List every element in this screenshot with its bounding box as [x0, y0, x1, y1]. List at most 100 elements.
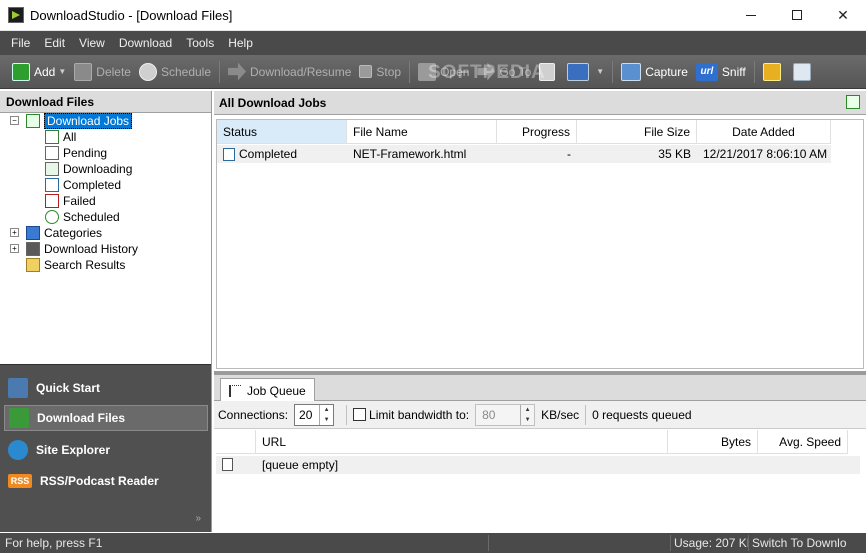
tree-label-search-results: Search Results: [44, 258, 126, 272]
capture-icon: [621, 62, 642, 81]
sniff-label: Sniff: [721, 64, 746, 79]
tree-label-download-history: Download History: [44, 242, 139, 256]
menu-download[interactable]: Download: [112, 31, 179, 55]
url-icon: url: [695, 62, 718, 81]
nav-label-quick-start: Quick Start: [36, 381, 101, 395]
column-header-bytes-received[interactable]: Bytes Received: [668, 430, 758, 473]
delete-icon: [74, 62, 93, 81]
nav-rss-reader[interactable]: RSS RSS/Podcast Reader: [4, 468, 208, 494]
completed-icon: [45, 178, 59, 192]
clipboard-button[interactable]: [535, 59, 563, 85]
status-switch-mode[interactable]: Switch To Downlo: [748, 535, 866, 551]
job-queue-icon: [229, 384, 241, 397]
tree-label-all: All: [63, 130, 77, 144]
capture-button[interactable]: Capture: [617, 59, 692, 85]
minimize-button[interactable]: [728, 0, 774, 30]
tree-item-pending[interactable]: Pending: [45, 145, 107, 161]
menu-help[interactable]: Help: [221, 31, 260, 55]
close-button[interactable]: ✕: [820, 0, 866, 30]
menu-file[interactable]: File: [4, 31, 37, 55]
stepper-arrows-icon[interactable]: ▲ ▼: [319, 404, 333, 425]
tree-label-failed: Failed: [63, 194, 96, 208]
separator: [585, 404, 587, 425]
connections-value[interactable]: 20: [295, 408, 319, 422]
progress-cell: -: [497, 145, 577, 163]
column-header-progress[interactable]: Progress: [497, 120, 577, 144]
stop-button[interactable]: Stop: [355, 59, 405, 85]
status-bar: For help, press F1 Usage: 207 KB Switch …: [0, 533, 866, 553]
column-header-file-size[interactable]: File Size: [577, 120, 697, 144]
menu-tools[interactable]: Tools: [179, 31, 221, 55]
all-icon: [45, 130, 59, 144]
scheduler-icon: [762, 62, 781, 81]
nav-site-explorer[interactable]: Site Explorer: [4, 437, 208, 463]
menu-view[interactable]: View: [72, 31, 112, 55]
column-header-file-name[interactable]: File Name: [347, 120, 497, 144]
file-name-cell[interactable]: NET-Framework.html: [347, 145, 497, 163]
queued-requests-text: 0 requests queued: [592, 407, 692, 422]
toolbar-separator: [753, 60, 755, 83]
open-button[interactable]: Open: [414, 59, 473, 85]
download-files-icon: [9, 408, 29, 428]
window-mode-button[interactable]: [789, 59, 819, 85]
tree-item-categories[interactable]: Categories: [26, 225, 102, 241]
schedule-button[interactable]: Schedule: [135, 59, 215, 85]
quick-start-icon: [8, 378, 28, 398]
left-panel: Download Files − Download Jobs All Pendi…: [0, 91, 212, 532]
delete-button[interactable]: Delete: [70, 59, 135, 85]
bandwidth-unit: KB/sec: [541, 407, 580, 422]
tab-job-queue[interactable]: Job Queue: [220, 378, 315, 402]
tree-item-failed[interactable]: Failed: [45, 193, 96, 209]
column-header-status[interactable]: Status: [217, 120, 347, 144]
expand-download-jobs-icon[interactable]: −: [10, 116, 19, 125]
nav-label-download-files: Download Files: [37, 411, 126, 425]
scheduler-button[interactable]: [759, 59, 789, 85]
tree-item-downloading[interactable]: Downloading: [45, 161, 132, 177]
bandwidth-stepper[interactable]: 80 ▲ ▼: [475, 403, 536, 426]
capture-label: Capture: [645, 64, 688, 79]
add-button[interactable]: Add ▼: [8, 59, 70, 85]
view-dropdown-icon[interactable]: ▼: [596, 67, 604, 76]
nav-download-files[interactable]: Download Files: [4, 405, 208, 431]
navigation-pane: Quick Start Download Files Site Explorer…: [0, 364, 211, 532]
maximize-button[interactable]: [774, 0, 820, 30]
view-grid-button[interactable]: ▼: [563, 59, 608, 85]
tree-item-scheduled[interactable]: Scheduled: [45, 209, 120, 225]
delete-label: Delete: [96, 64, 131, 79]
go-to-button[interactable]: Go To: [473, 59, 535, 85]
queue-table: URL Bytes Received Avg. Speed [queue emp…: [216, 430, 864, 530]
tree-item-completed[interactable]: Completed: [45, 177, 121, 193]
toolbar-separator: [612, 60, 614, 83]
download-resume-button[interactable]: Download/Resume: [224, 59, 355, 85]
toolbar: Add ▼ Delete Schedule Download/Resume St…: [0, 55, 866, 89]
menu-bar: File Edit View Download Tools Help: [0, 31, 866, 55]
tree-label-download-jobs: Download Jobs: [44, 113, 133, 129]
nav-overflow-icon[interactable]: »: [195, 513, 201, 524]
expand-categories-icon[interactable]: +: [10, 228, 19, 237]
limit-bandwidth-checkbox[interactable]: [353, 408, 367, 421]
tree-item-download-history[interactable]: Download History: [26, 241, 138, 257]
table-row[interactable]: Completed: [217, 145, 347, 163]
jobs-panel-title: All Download Jobs: [214, 91, 866, 115]
categories-icon: [26, 226, 40, 240]
expand-download-history-icon[interactable]: +: [10, 244, 19, 253]
nav-label-rss-reader: RSS/Podcast Reader: [40, 474, 159, 488]
menu-edit[interactable]: Edit: [37, 31, 72, 55]
column-header-url[interactable]: URL: [256, 430, 668, 454]
status-usage: Usage: 207 KB: [670, 535, 748, 551]
column-header-icon[interactable]: [216, 430, 256, 454]
add-dropdown-icon[interactable]: ▼: [58, 67, 66, 76]
bandwidth-value[interactable]: 80: [476, 408, 520, 422]
tree-item-all[interactable]: All: [45, 129, 76, 145]
window-title: DownloadStudio - [Download Files]: [30, 8, 233, 23]
connections-stepper[interactable]: 20 ▲ ▼: [294, 403, 335, 426]
sniff-button[interactable]: url Sniff: [692, 59, 750, 85]
bandwidth-stepper-arrows-icon[interactable]: ▲ ▼: [520, 404, 534, 425]
nav-quick-start[interactable]: Quick Start: [4, 375, 208, 401]
failed-icon: [45, 194, 59, 208]
column-header-date-added[interactable]: Date Added: [697, 120, 831, 144]
download-panel-icon[interactable]: [846, 95, 860, 109]
tree-item-download-jobs[interactable]: Download Jobs: [26, 113, 133, 129]
column-header-avg-speed[interactable]: Avg. Speed: [758, 430, 848, 454]
tree-item-search-results[interactable]: Search Results: [26, 257, 125, 273]
